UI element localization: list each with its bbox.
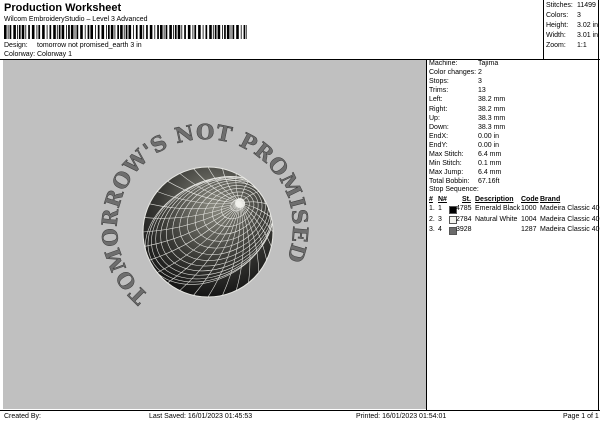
design-name: tomorrow not promised_earth 3 in	[37, 42, 142, 49]
machine-info-label: Down:	[429, 123, 449, 131]
machine-info-label: Max Jump:	[429, 169, 464, 177]
stop-sequence-cell-n: 4	[438, 226, 442, 233]
globe	[142, 166, 274, 298]
machine-info-value: 3	[478, 78, 482, 86]
footer-divider	[0, 410, 600, 411]
stop-sequence-header: N#	[438, 196, 447, 203]
machine-info-label: EndX:	[429, 132, 449, 140]
machine-info-label: Right:	[429, 105, 448, 113]
stat-label: Height:	[546, 22, 569, 29]
machine-info-label: Stops:	[429, 78, 449, 86]
machine-info-label: EndY:	[429, 141, 448, 149]
stop-sequence-title: Stop Sequence:	[429, 186, 479, 193]
stat-value: 11499	[577, 2, 596, 9]
machine-info-value: 38.3 mm	[478, 123, 506, 131]
stop-sequence-cell-st: 2784	[456, 215, 472, 223]
stop-sequence-header: Description	[475, 196, 514, 203]
panel-divider	[426, 59, 427, 410]
stop-sequence-cell-code: 1000	[521, 205, 537, 212]
machine-info-value: 6.4 mm	[478, 169, 502, 177]
stat-value: 1:1	[577, 42, 587, 49]
design-preview: TOMORROW'S NOT PROMISED	[3, 60, 426, 409]
barcode	[4, 25, 247, 39]
stop-sequence-header: Code	[521, 196, 539, 203]
stop-sequence-header: St.	[462, 196, 471, 203]
embroidery-design: TOMORROW'S NOT PROMISED	[96, 119, 313, 310]
machine-info-label: Min Stitch:	[429, 160, 462, 168]
machine-info-value: 0.00 in	[478, 141, 500, 149]
machine-info-value: 2	[478, 69, 482, 77]
machine-info-label: Total Bobbin:	[429, 178, 470, 186]
colorway-label: Colorway:	[4, 51, 36, 58]
last-saved: Last Saved: 16/01/2023 01:45:53	[149, 413, 253, 420]
stop-sequence-cell-n: 1	[438, 205, 442, 212]
stat-value: 3.02 in	[577, 22, 599, 29]
stop-sequence-header: Brand	[540, 196, 561, 203]
stats-divider	[543, 0, 544, 59]
stop-sequence-cell-num: 2.	[429, 215, 435, 223]
machine-info-label: Max Stitch:	[429, 151, 464, 158]
stop-sequence-header: #	[429, 196, 433, 203]
design-label: Design:	[4, 42, 28, 49]
machine-info-value: Tajima	[478, 60, 499, 67]
stat-label: Width:	[546, 32, 566, 39]
printed-date: Printed: 16/01/2023 01:54:01	[356, 413, 447, 420]
stop-sequence-cell-st: 4785	[456, 205, 472, 212]
machine-info-label: Machine:	[429, 60, 458, 67]
software-subtitle: Wilcom EmbroideryStudio – Level 3 Advanc…	[4, 16, 148, 23]
stat-label: Zoom:	[546, 42, 566, 49]
stat-value: 3.01 in	[577, 32, 599, 39]
stop-sequence-cell-st: 3928	[456, 226, 472, 233]
machine-info-label: Trims:	[429, 87, 449, 95]
colorway-name: Colorway 1	[37, 51, 73, 58]
created-by: Created By:	[4, 413, 41, 420]
machine-info-value: 67.16ft	[478, 178, 500, 186]
machine-info-label: Left:	[429, 96, 443, 104]
stop-sequence-cell-brand: Madeira Classic 40	[540, 226, 600, 233]
machine-info-value: 0.00 in	[478, 132, 500, 140]
machine-info-value: 38.3 mm	[478, 114, 506, 122]
machine-info-value: 0.1 mm	[478, 160, 502, 168]
stop-sequence-cell-brand: Madeira Classic 40	[540, 205, 600, 212]
stop-sequence-cell-code: 1004	[521, 215, 537, 223]
machine-info-label: Color changes:	[429, 69, 477, 77]
stop-sequence-cell-desc: Natural White	[475, 215, 518, 223]
stop-sequence-cell-brand: Madeira Classic 40	[540, 215, 600, 223]
stat-label: Colors:	[546, 12, 569, 19]
machine-info-value: 13	[478, 87, 486, 95]
machine-info-label: Up:	[429, 114, 440, 122]
page-title: Production Worksheet	[4, 2, 122, 14]
page-number: Page 1 of 1	[563, 413, 599, 420]
stat-value: 3	[577, 12, 581, 19]
machine-info-value: 38.2 mm	[478, 105, 506, 113]
stop-sequence-cell-code: 1287	[521, 226, 537, 233]
machine-info-value: 6.4 mm	[478, 151, 502, 158]
machine-info-value: 38.2 mm	[478, 96, 506, 104]
stop-sequence-cell-desc: Emerald Black	[475, 205, 521, 212]
stat-label: Stitches:	[546, 2, 573, 9]
stop-sequence-cell-n: 3	[438, 215, 442, 223]
stop-sequence-cell-num: 3.	[429, 226, 435, 233]
stop-sequence-cell-num: 1.	[429, 205, 435, 212]
